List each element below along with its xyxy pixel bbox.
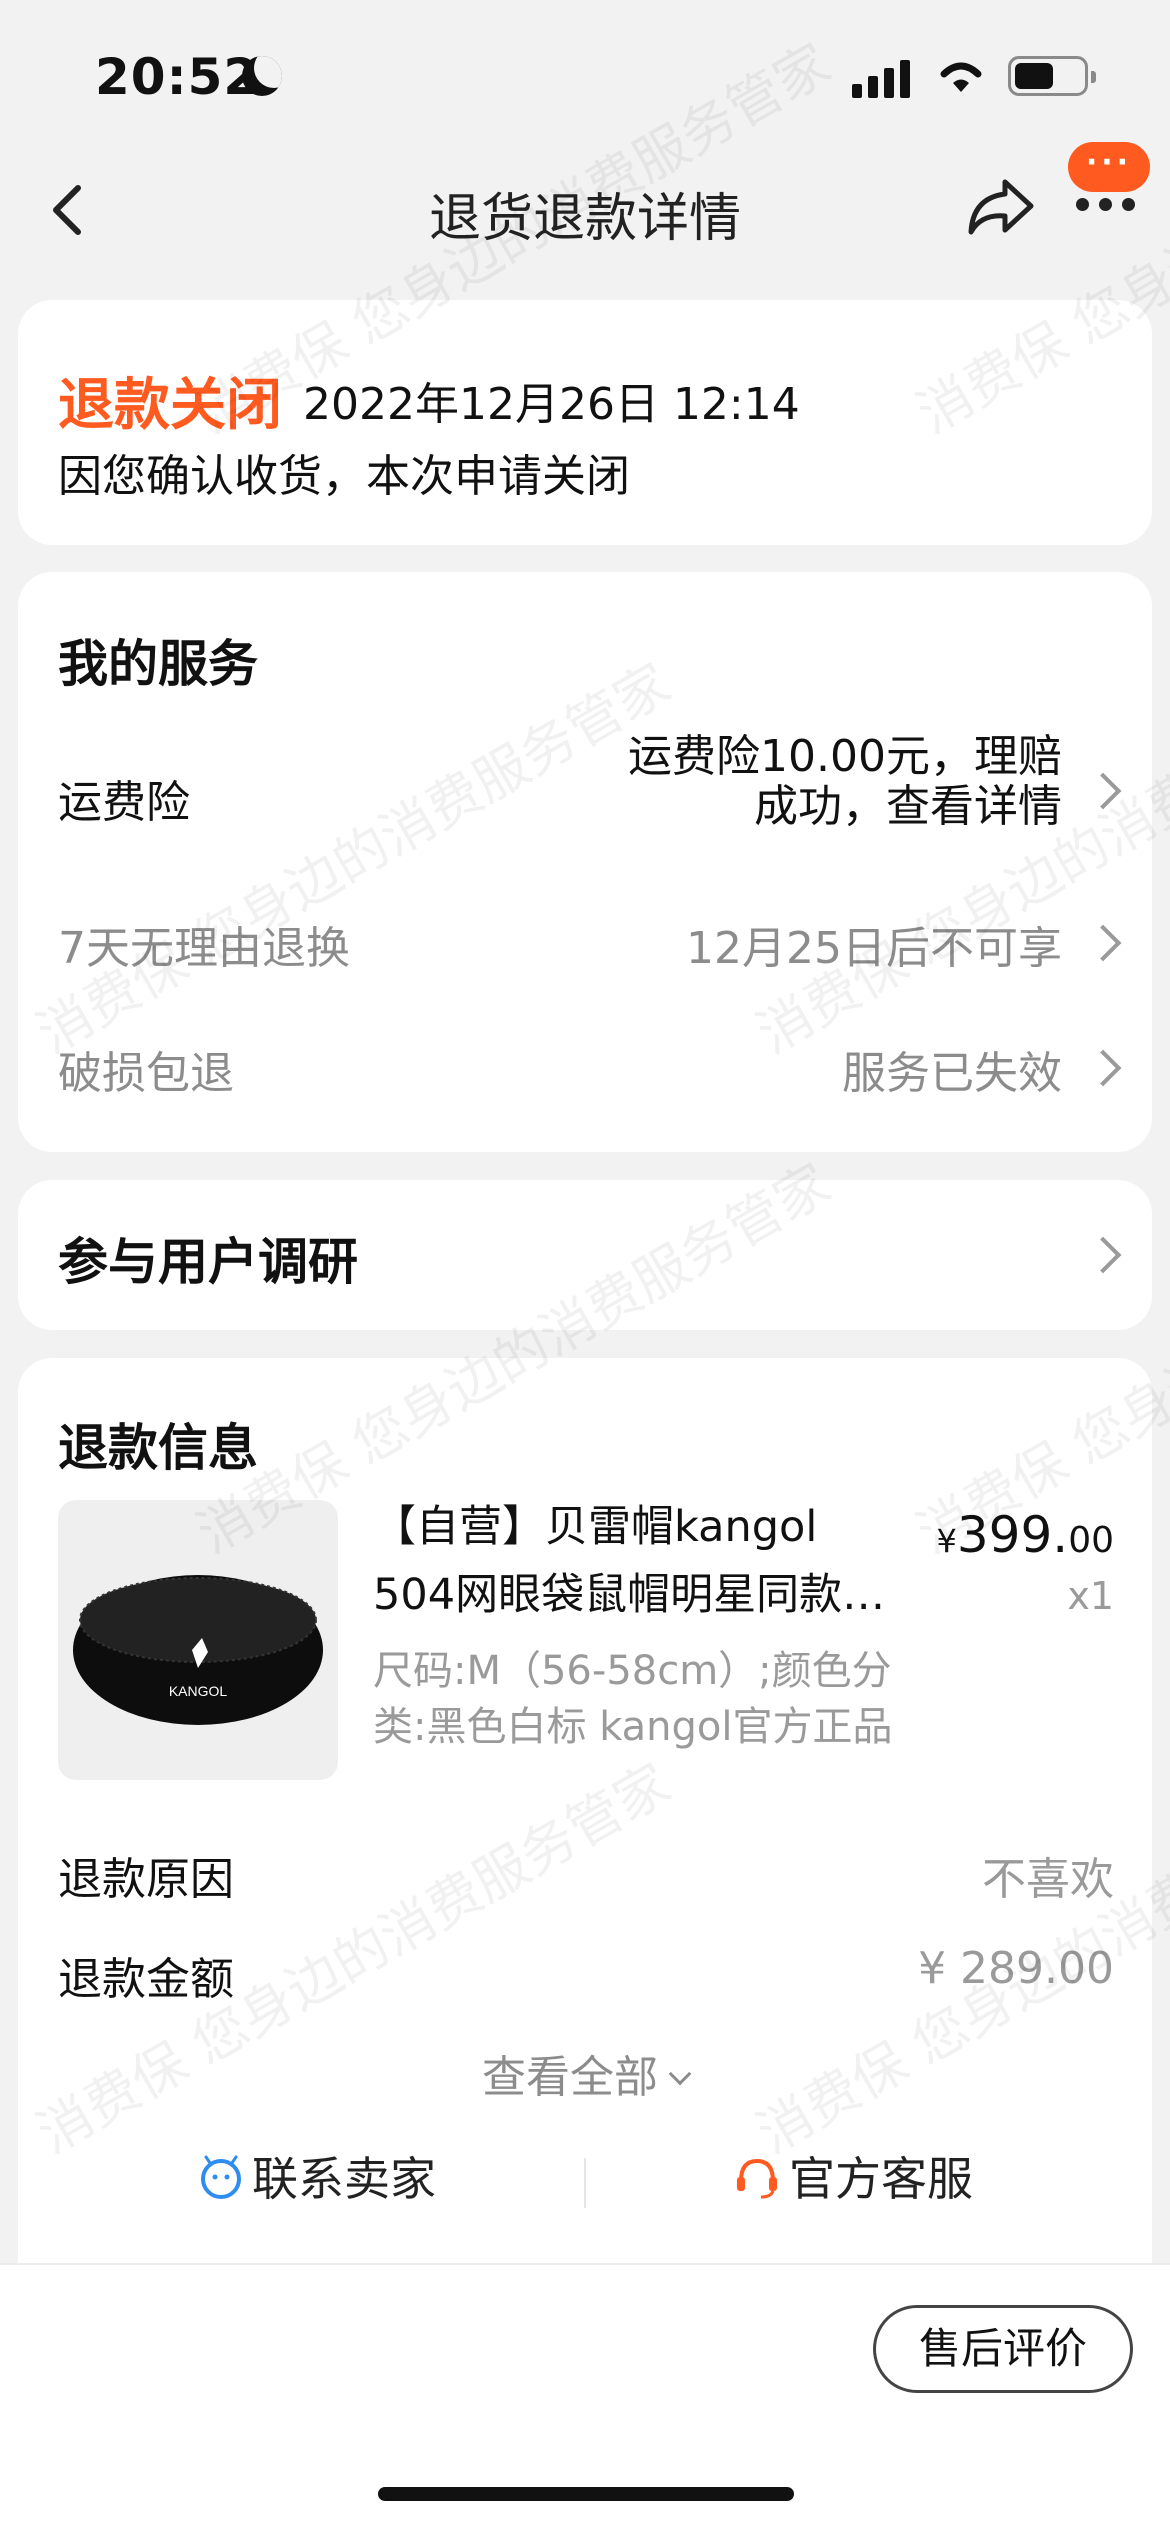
services-title: 我的服务 [58, 635, 258, 693]
home-indicator[interactable] [378, 2487, 794, 2501]
battery-icon [1008, 56, 1096, 96]
product-name-text: 【自营】贝雷帽kangol 504网眼袋鼠帽明星同款男女潮牌鸭舌帽 [373, 1502, 886, 1620]
price-decimal: 00 [1068, 1520, 1114, 1561]
chevron-down-icon [668, 2062, 692, 2086]
view-all-button[interactable]: 查看全部 [18, 2041, 1152, 2105]
bottom-action-bar: 售后评价 [0, 2263, 1170, 2532]
product-spec-text: 尺码:M（56-58cm）;颜色分类:黑色白标 kangol官方正品 [373, 1648, 893, 1750]
after-sale-review-button[interactable]: 售后评价 [873, 2305, 1133, 2393]
refund-reason-label: 退款原因 [58, 1854, 234, 1905]
refund-status-description: 因您确认收货，本次申请关闭 [58, 451, 630, 502]
my-services-card: 我的服务 运费险 运费险10.00元，理赔 成功，查看详情 7天无理由退换 12… [18, 572, 1152, 1152]
product-logo-text: KANGOL [169, 1683, 228, 1699]
official-service-label: 官方客服 [789, 2152, 973, 2206]
nav-bar: 退货退款详情 ··· [0, 142, 1170, 275]
status-bar: 20:52 [0, 0, 1170, 150]
user-survey-card[interactable]: 参与用户调研 [18, 1180, 1152, 1330]
service-label: 运费险 [58, 777, 190, 828]
chevron-right-icon [1084, 1236, 1122, 1274]
product-quantity: x1 [1067, 1574, 1114, 1618]
refund-reason-value: 不喜欢 [982, 1854, 1114, 1905]
service-label: 破损包退 [58, 1048, 234, 1099]
chevron-right-icon [1084, 924, 1122, 962]
share-icon[interactable] [965, 174, 1037, 240]
refund-amount-label: 退款金额 [58, 1954, 234, 2005]
seller-chat-icon [201, 2155, 241, 2199]
survey-title: 参与用户调研 [58, 1233, 358, 1291]
price-integer: 399. [956, 1506, 1069, 1564]
refund-status-title: 退款关闭 [58, 373, 282, 438]
service-value: 12月25日后不可享 [686, 923, 1062, 974]
chevron-right-icon [1084, 772, 1122, 810]
product-image[interactable]: KANGOL [58, 1500, 338, 1780]
service-row-shipping-insurance[interactable]: 运费险 运费险10.00元，理赔 成功，查看详情 [18, 732, 1152, 852]
chevron-right-icon [1084, 1049, 1122, 1087]
message-badge[interactable]: ··· [1068, 142, 1150, 192]
refund-amount-value: ¥ 289.00 [918, 1943, 1114, 1994]
product-spec: 尺码:M（56-58cm）;颜色分类:黑色白标 kangol官方正品 [373, 1643, 903, 1755]
refund-status-time: 2022年12月26日 12:14 [303, 379, 800, 430]
refund-status-card: 退款关闭 2022年12月26日 12:14 因您确认收货，本次申请关闭 [18, 300, 1152, 545]
beret-hat-image: KANGOL [73, 1575, 323, 1725]
refund-info-card: 退款信息 KANGOL 【自营】贝雷帽kangol 504网眼袋鼠帽明星同款男女… [18, 1358, 1152, 2263]
product-name[interactable]: 【自营】贝雷帽kangol 504网眼袋鼠帽明星同款男女潮牌鸭舌帽 [373, 1493, 903, 1629]
cellular-signal-icon [852, 58, 912, 98]
service-row-7day-return[interactable]: 7天无理由退换 12月25日后不可享 [18, 912, 1152, 982]
service-label: 7天无理由退换 [58, 923, 350, 974]
contact-seller-label: 联系卖家 [252, 2152, 436, 2206]
price-symbol: ¥ [936, 1522, 957, 1560]
service-value: 运费险10.00元，理赔 成功，查看详情 [628, 732, 1062, 832]
contact-seller-button[interactable]: 联系卖家 [198, 2143, 436, 2209]
status-time: 20:52 [95, 48, 260, 106]
headset-icon [737, 2158, 777, 2199]
refund-info-title: 退款信息 [58, 1419, 258, 1477]
official-service-button[interactable]: 官方客服 [733, 2143, 973, 2209]
service-row-damage-return[interactable]: 破损包退 服务已失效 [18, 1037, 1152, 1107]
service-value: 服务已失效 [842, 1048, 1062, 1099]
product-price: ¥399.00 [937, 1506, 1115, 1564]
service-value-line1: 运费险10.00元，理赔 [628, 731, 1062, 782]
wifi-icon [940, 62, 982, 92]
more-icon[interactable] [1076, 198, 1136, 212]
service-value-line2: 成功，查看详情 [754, 781, 1062, 832]
view-all-label: 查看全部 [482, 2052, 658, 2103]
divider [584, 2158, 586, 2208]
moon-icon [242, 56, 282, 96]
